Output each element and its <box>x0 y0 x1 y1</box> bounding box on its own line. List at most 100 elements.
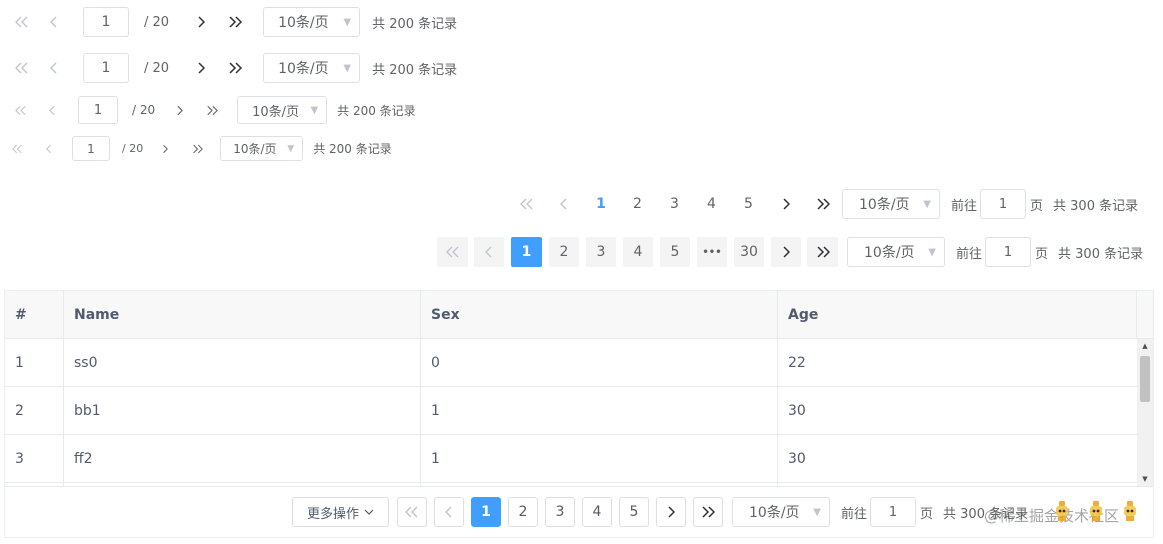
page-number[interactable]: 3 <box>545 497 575 527</box>
page-number[interactable]: 4 <box>623 237 653 267</box>
page-number[interactable]: 1 <box>511 237 542 267</box>
chevron-left-icon <box>46 144 51 153</box>
page-number[interactable]: 1 <box>583 189 619 219</box>
total-records-text: 共 200 条记录 <box>372 16 458 32</box>
double-chevron-right-icon <box>229 62 243 74</box>
prev-page-button[interactable] <box>545 189 583 219</box>
page-size-select[interactable]: 10条/页 ▼ <box>263 53 361 83</box>
page-size-label: 10条/页 <box>859 197 910 213</box>
page-number[interactable]: 5 <box>660 237 690 267</box>
goto-input[interactable]: 1 <box>985 237 1032 267</box>
page-number[interactable]: 2 <box>619 189 656 219</box>
last-page-button[interactable] <box>221 7 249 37</box>
page-number[interactable]: 5 <box>619 497 649 527</box>
prev-page-button[interactable] <box>30 136 68 161</box>
goto-prefix: 前往 <box>956 246 983 262</box>
column-header-age[interactable]: Age <box>778 291 1137 339</box>
last-page-button[interactable] <box>221 53 249 83</box>
page-number[interactable]: 30 <box>734 237 764 267</box>
first-page-button[interactable] <box>4 136 30 161</box>
prev-page-button[interactable] <box>36 53 72 83</box>
double-chevron-right-icon <box>816 246 830 258</box>
column-header-index[interactable]: # <box>5 291 64 339</box>
first-page-button[interactable] <box>397 497 427 527</box>
page-input[interactable]: 1 <box>72 136 110 161</box>
column-header-name[interactable]: Name <box>64 291 421 339</box>
page-input[interactable]: 1 <box>78 96 118 124</box>
goto-input[interactable]: 1 <box>980 189 1027 219</box>
total-records-text: 共 200 条记录 <box>337 103 416 118</box>
caret-down-icon: ▼ <box>928 246 936 258</box>
cell-name: ss0 <box>64 339 421 387</box>
page-size-select[interactable]: 10条/页 ▼ <box>263 7 361 37</box>
page-size-select[interactable]: 10条/页 ▼ <box>842 189 940 219</box>
page-number[interactable]: 4 <box>582 497 612 527</box>
scroll-up-icon[interactable]: ▲ <box>1137 339 1153 353</box>
table-row[interactable]: 3 ff2 1 30 <box>5 435 1137 483</box>
page-number[interactable]: 1 <box>471 497 501 527</box>
more-pages-ellipsis[interactable]: ••• <box>697 237 727 267</box>
cell-index: 1 <box>5 339 64 387</box>
next-page-button[interactable] <box>656 497 686 527</box>
data-table: # Name Sex Age 1 ss0 0 22 2 bb1 1 30 3 f… <box>4 290 1154 538</box>
simple-pager-default: 1 / 20 10条/页 ▼ 共 200 条记录 <box>8 53 457 83</box>
double-chevron-right-icon <box>192 144 203 153</box>
next-page-button[interactable] <box>153 136 177 161</box>
first-page-button[interactable] <box>8 7 36 37</box>
double-chevron-left-icon <box>405 506 418 518</box>
page-size-select[interactable]: 10条/页 ▼ <box>237 96 328 124</box>
next-page-button[interactable] <box>187 53 215 83</box>
first-page-button[interactable] <box>509 189 545 219</box>
page-number[interactable]: 3 <box>586 237 616 267</box>
prev-page-button[interactable] <box>434 497 464 527</box>
page-size-label: 10条/页 <box>252 104 300 120</box>
robot-icon <box>1090 501 1102 521</box>
robot-icon <box>1124 501 1136 521</box>
chevron-right-icon <box>198 16 206 28</box>
last-page-button[interactable] <box>185 136 209 161</box>
last-page-button[interactable] <box>804 189 841 219</box>
page-size-label: 10条/页 <box>278 15 329 31</box>
page-size-select[interactable]: 10条/页 ▼ <box>732 497 830 527</box>
page-number[interactable]: 5 <box>730 189 767 219</box>
cell-age: 22 <box>788 355 806 371</box>
total-pages-text: / 20 <box>132 103 156 117</box>
last-page-button[interactable] <box>199 96 225 124</box>
more-actions-button[interactable]: 更多操作 <box>292 497 389 527</box>
cell-name: bb1 <box>64 387 421 435</box>
prev-page-button[interactable] <box>36 7 72 37</box>
first-page-button[interactable] <box>8 96 34 124</box>
table-row[interactable]: 2 bb1 1 30 <box>5 387 1137 435</box>
goto-input[interactable]: 1 <box>870 497 917 527</box>
next-page-button[interactable] <box>771 237 801 267</box>
next-page-button[interactable] <box>767 189 804 219</box>
page-number[interactable]: 2 <box>549 237 579 267</box>
page-number[interactable]: 3 <box>656 189 693 219</box>
vertical-scrollbar[interactable]: ▲ ▼ <box>1137 339 1153 486</box>
scroll-down-icon[interactable]: ▼ <box>1137 472 1153 486</box>
page-number[interactable]: 4 <box>693 189 730 219</box>
double-chevron-left-icon <box>15 16 28 28</box>
next-page-button[interactable] <box>167 96 191 124</box>
last-page-button[interactable] <box>693 497 723 527</box>
page-size-select[interactable]: 10条/页 ▼ <box>220 136 304 161</box>
first-page-button[interactable] <box>8 53 36 83</box>
first-page-button[interactable] <box>437 237 468 267</box>
last-page-button[interactable] <box>807 237 838 267</box>
prev-page-button[interactable] <box>34 96 70 124</box>
next-page-button[interactable] <box>187 7 215 37</box>
table-row[interactable]: 1 ss0 0 22 <box>5 339 1137 387</box>
page-input[interactable]: 1 <box>83 7 129 37</box>
goto-prefix: 前往 <box>951 198 978 214</box>
page-number[interactable]: 2 <box>508 497 538 527</box>
page-input[interactable]: 1 <box>83 53 129 83</box>
double-chevron-left-icon <box>15 62 28 74</box>
goto-suffix: 页 <box>920 506 934 522</box>
page-size-select[interactable]: 10条/页 ▼ <box>847 237 945 267</box>
simple-pager-large: 1 / 20 10条/页 ▼ 共 200 条记录 <box>8 7 457 37</box>
column-header-sex[interactable]: Sex <box>421 291 778 339</box>
simple-pager-medium: 1 / 20 10条/页 ▼ 共 200 条记录 <box>8 96 416 124</box>
prev-page-button[interactable] <box>474 237 504 267</box>
scrollbar-thumb[interactable] <box>1140 356 1150 402</box>
total-pages-text: / 20 <box>122 142 144 155</box>
